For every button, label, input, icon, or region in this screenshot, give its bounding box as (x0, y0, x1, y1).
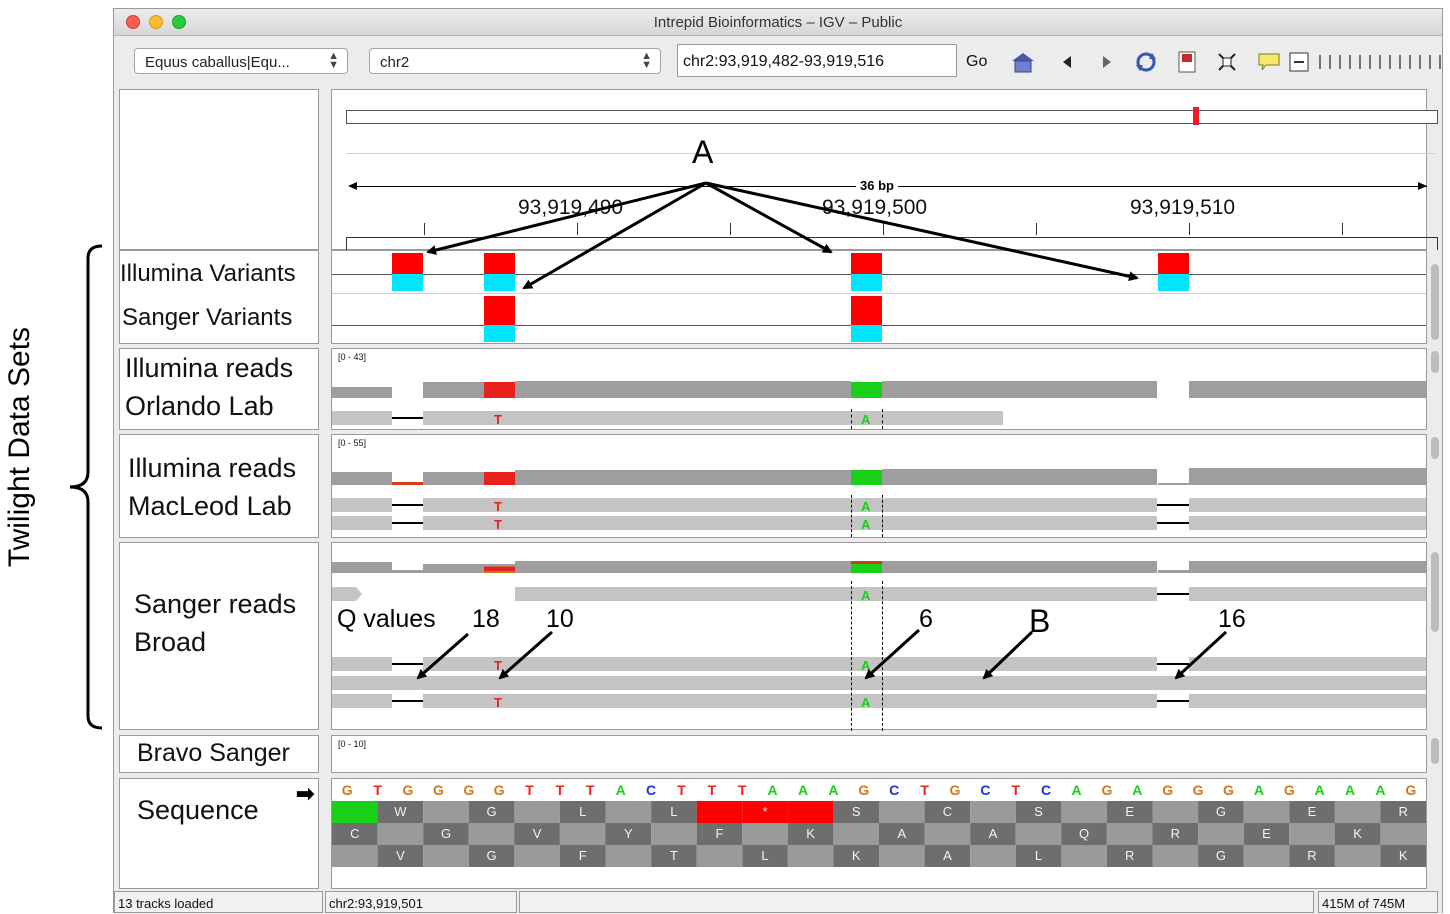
annotation-arrows (416, 181, 1228, 680)
